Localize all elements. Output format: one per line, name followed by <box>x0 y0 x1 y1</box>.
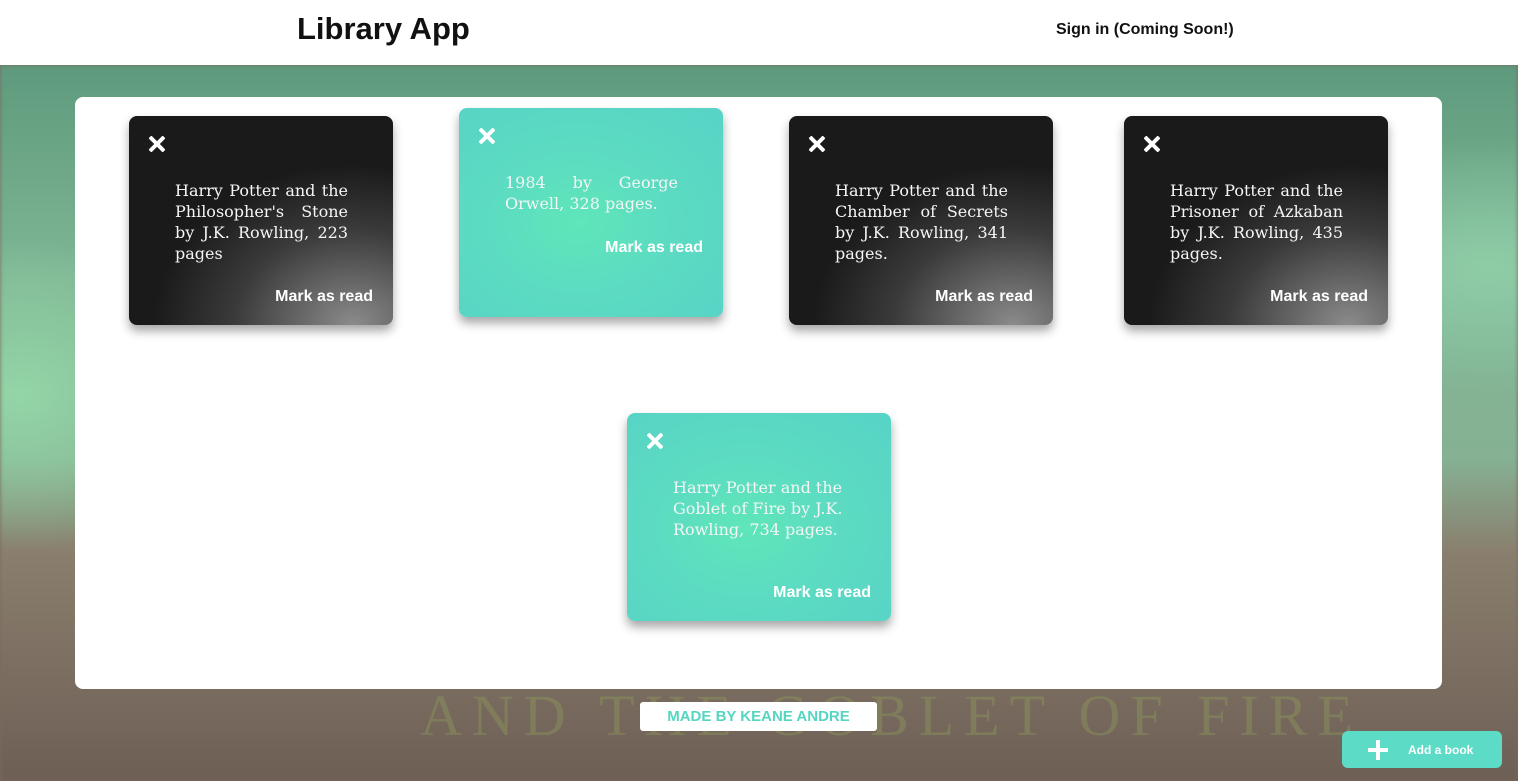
book-info: Harry Potter and the Philosopher's Stone… <box>175 181 348 263</box>
mark-as-read-button[interactable]: Mark as read <box>275 288 373 306</box>
mark-as-read-button[interactable]: Mark as read <box>773 584 871 602</box>
add-book-button[interactable]: Add a book <box>1342 731 1502 768</box>
book-card: Harry Potter and the Prisoner of Azkaban… <box>1124 116 1388 325</box>
book-card: Harry Potter and the Philosopher's Stone… <box>129 116 393 325</box>
app-title: Library App <box>297 11 470 46</box>
credit-badge: MADE BY KEANE ANDRE <box>640 702 877 731</box>
library-panel: Harry Potter and the Philosopher's Stone… <box>75 97 1442 689</box>
book-card: Harry Potter and the Chamber of Secrets … <box>789 116 1053 325</box>
book-info: Harry Potter and the Chamber of Secrets … <box>835 181 1008 263</box>
close-icon[interactable] <box>147 134 167 154</box>
add-book-label: Add a book <box>1408 743 1474 757</box>
book-info: Harry Potter and the Goblet of Fire by J… <box>673 478 843 539</box>
mark-as-read-button[interactable]: Mark as read <box>1270 288 1368 306</box>
book-info: 1984 by George Orwell, 328 pages. <box>505 173 678 213</box>
plus-icon <box>1368 740 1388 760</box>
sign-in-link[interactable]: Sign in (Coming Soon!) <box>1056 21 1234 39</box>
close-icon[interactable] <box>477 126 497 146</box>
close-icon[interactable] <box>1142 134 1162 154</box>
mark-as-read-button[interactable]: Mark as read <box>935 288 1033 306</box>
close-icon[interactable] <box>645 431 665 451</box>
book-info: Harry Potter and the Prisoner of Azkaban… <box>1170 181 1343 263</box>
top-bar: Library App Sign in (Coming Soon!) <box>0 0 1518 65</box>
close-icon[interactable] <box>807 134 827 154</box>
book-card: Harry Potter and the Goblet of Fire by J… <box>627 413 891 621</box>
background-book-title: AND THE GOBLET OF FIRE <box>420 683 1363 748</box>
mark-as-read-button[interactable]: Mark as read <box>605 239 703 257</box>
book-card: 1984 by George Orwell, 328 pages. Mark a… <box>459 108 723 317</box>
